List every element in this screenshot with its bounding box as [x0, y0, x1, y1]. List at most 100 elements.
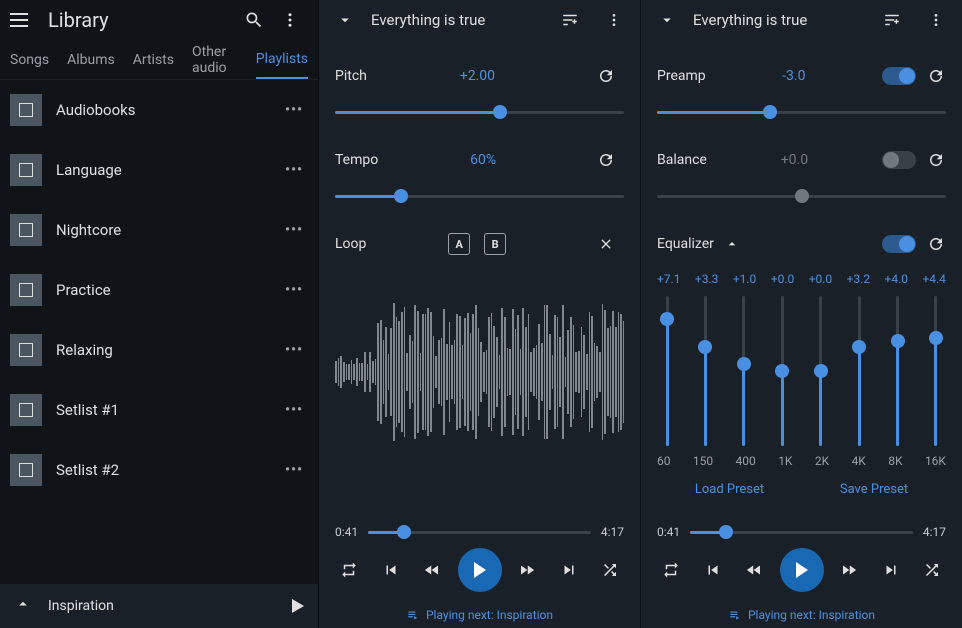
play-button[interactable]	[780, 548, 824, 592]
eq-gain-value: +1.0	[733, 272, 756, 286]
close-icon[interactable]	[588, 226, 624, 262]
playlist-item[interactable]: Language•••	[0, 140, 318, 200]
eq-band-slider[interactable]	[772, 296, 792, 446]
menu-icon[interactable]	[10, 8, 34, 32]
tab-songs[interactable]: Songs	[10, 42, 49, 78]
chevron-down-icon[interactable]	[327, 2, 363, 38]
pitch-value: +2.00	[460, 68, 495, 84]
next-icon[interactable]	[875, 554, 907, 586]
playlist-more-icon[interactable]: •••	[280, 102, 308, 118]
play-icon[interactable]	[292, 599, 304, 613]
eq-band-slider[interactable]	[888, 296, 908, 446]
equalizer-row: Equalizer	[657, 226, 946, 262]
reset-icon[interactable]	[588, 142, 624, 178]
balance-toggle[interactable]	[882, 151, 916, 169]
previous-icon[interactable]	[375, 554, 407, 586]
reset-icon[interactable]	[926, 226, 946, 262]
shuffle-icon[interactable]	[594, 554, 626, 586]
chevron-down-icon[interactable]	[649, 2, 685, 38]
playlist-item[interactable]: Setlist #2•••	[0, 440, 318, 500]
rewind-icon[interactable]	[738, 554, 770, 586]
eq-freq-row: 601504001K2K4K8K16K	[657, 454, 946, 468]
tempo-slider[interactable]	[335, 184, 624, 208]
tab-playlists[interactable]: Playlists	[256, 41, 308, 79]
timeline: 0:41 4:17	[641, 522, 962, 542]
loop-b-button[interactable]: B	[484, 233, 506, 255]
playlist-more-icon[interactable]: •••	[280, 342, 308, 358]
more-icon[interactable]	[272, 2, 308, 38]
more-icon[interactable]	[596, 2, 632, 38]
load-preset-button[interactable]: Load Preset	[695, 482, 764, 497]
playlist-item[interactable]: Audiobooks •••	[0, 80, 318, 140]
playlist-item[interactable]: Nightcore •••	[0, 200, 318, 260]
equalizer-toggle[interactable]	[882, 235, 916, 253]
waveform-display[interactable]	[335, 292, 624, 452]
playlist-more-icon[interactable]: •••	[280, 462, 308, 478]
play-button[interactable]	[458, 548, 502, 592]
eq-freq-label: 2K	[815, 454, 829, 468]
track-title: Everything is true	[693, 11, 866, 29]
pane-header: Everything is true	[641, 0, 962, 40]
playing-next[interactable]: Playing next: Inspiration	[641, 598, 962, 628]
next-label: Playing next: Inspiration	[748, 608, 875, 622]
pane-header: Everything is true	[319, 0, 640, 40]
eq-band-slider[interactable]	[695, 296, 715, 446]
now-playing-bar[interactable]: Inspiration	[0, 584, 318, 628]
next-icon[interactable]	[553, 554, 585, 586]
forward-icon[interactable]	[511, 554, 543, 586]
reset-icon[interactable]	[926, 58, 946, 94]
repeat-icon[interactable]	[333, 554, 365, 586]
track-title: Everything is true	[371, 11, 544, 29]
chevron-up-icon[interactable]	[14, 595, 32, 617]
tab-artists[interactable]: Artists	[133, 42, 174, 78]
equalizer-label: Equalizer	[657, 236, 714, 252]
eq-band-slider[interactable]	[849, 296, 869, 446]
preamp-slider[interactable]	[657, 100, 946, 124]
playlist-name: Nightcore	[56, 221, 266, 239]
repeat-icon[interactable]	[655, 554, 687, 586]
previous-icon[interactable]	[697, 554, 729, 586]
eq-band-slider[interactable]	[734, 296, 754, 446]
seek-slider[interactable]	[368, 522, 591, 542]
reset-icon[interactable]	[926, 142, 946, 178]
tempo-label: Tempo	[335, 152, 378, 168]
transport-controls	[641, 542, 962, 598]
playlist-item[interactable]: Setlist #1•••	[0, 380, 318, 440]
loop-a-button[interactable]: A	[448, 233, 470, 255]
rewind-icon[interactable]	[416, 554, 448, 586]
shuffle-icon[interactable]	[916, 554, 948, 586]
search-icon[interactable]	[236, 2, 272, 38]
timeline: 0:41 4:17	[319, 522, 640, 542]
tab-other-audio[interactable]: Other audio	[192, 34, 238, 86]
playlist-name: Audiobooks	[56, 101, 266, 119]
playlist-item[interactable]: Relaxing•••	[0, 320, 318, 380]
playlist-more-icon[interactable]: •••	[280, 282, 308, 298]
eq-gain-value: +7.1	[657, 272, 680, 286]
eq-band-slider[interactable]	[811, 296, 831, 446]
playlist-more-icon[interactable]: •••	[280, 162, 308, 178]
save-preset-button[interactable]: Save Preset	[840, 482, 908, 497]
eq-band-slider[interactable]	[926, 296, 946, 446]
tab-albums[interactable]: Albums	[67, 42, 115, 78]
playing-next[interactable]: Playing next: Inspiration	[319, 598, 640, 628]
eq-freq-label: 1K	[778, 454, 792, 468]
seek-slider[interactable]	[690, 522, 913, 542]
pitch-slider[interactable]	[335, 100, 624, 124]
playlist-item[interactable]: Practice•••	[0, 260, 318, 320]
more-icon[interactable]	[918, 2, 954, 38]
reset-icon[interactable]	[588, 58, 624, 94]
playlist-icon	[10, 154, 42, 186]
tune-icon[interactable]	[552, 2, 588, 38]
playlist-icon	[10, 394, 42, 426]
playlist-more-icon[interactable]: •••	[280, 402, 308, 418]
balance-slider[interactable]	[657, 184, 946, 208]
preamp-toggle[interactable]	[882, 67, 916, 85]
eq-band-slider[interactable]	[657, 296, 677, 446]
chevron-up-icon[interactable]	[722, 226, 742, 262]
eq-freq-label: 60	[657, 454, 671, 468]
tune-icon[interactable]	[874, 2, 910, 38]
playlist-icon	[10, 334, 42, 366]
playlist-more-icon[interactable]: •••	[280, 222, 308, 238]
forward-icon[interactable]	[833, 554, 865, 586]
tempo-value: 60%	[470, 152, 496, 168]
